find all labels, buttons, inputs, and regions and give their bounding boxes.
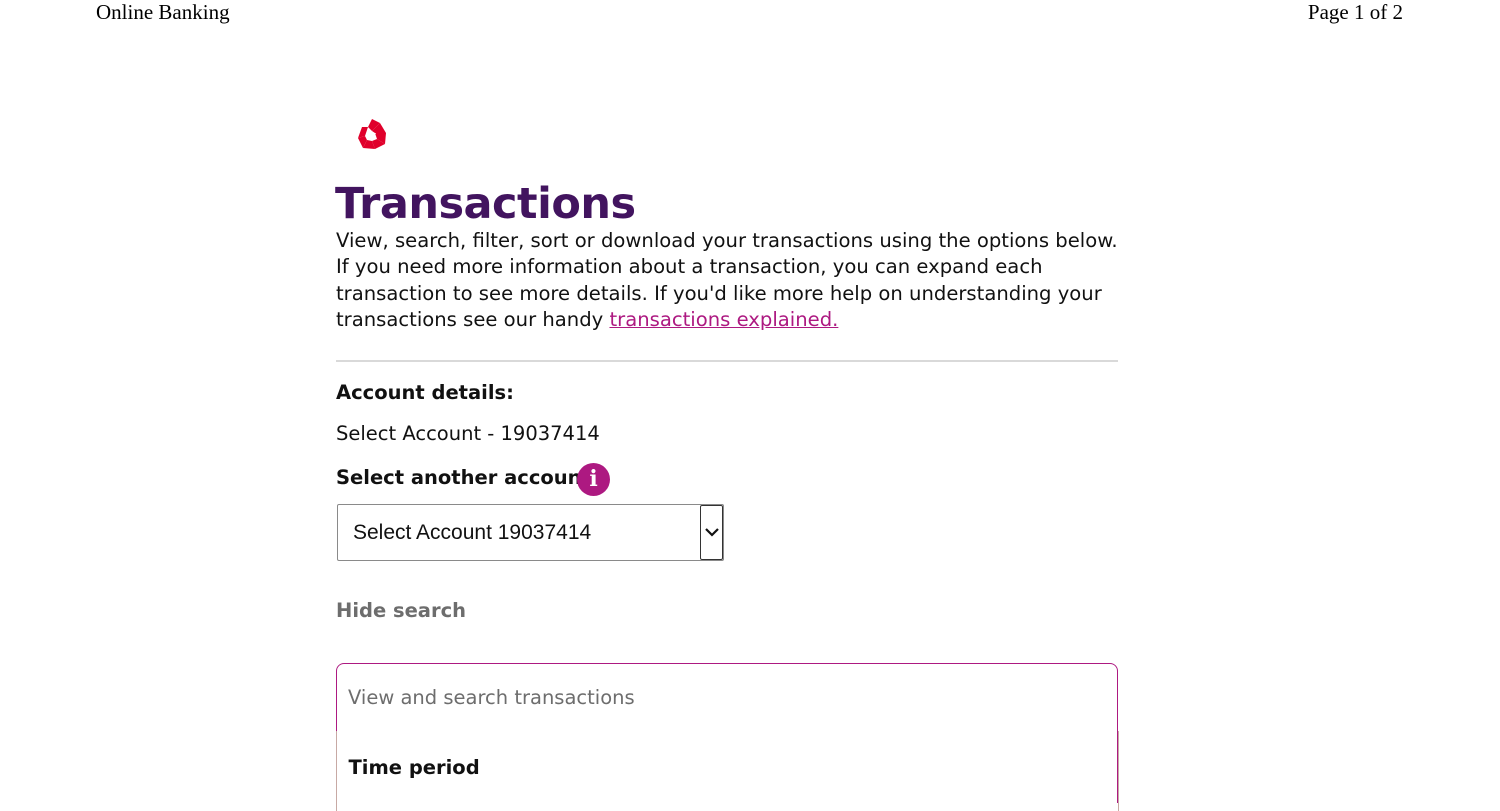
info-icon[interactable]: i: [577, 463, 610, 496]
print-header-title: Online Banking: [96, 0, 230, 24]
select-another-account-label: Select another account: [336, 466, 591, 489]
chevron-down-icon: [705, 528, 719, 537]
search-panel-header[interactable]: View and search transactions: [337, 664, 1117, 731]
search-panel-title: View and search transactions: [348, 686, 635, 709]
dropdown-button[interactable]: [700, 505, 723, 560]
account-details-value: Select Account - 19037414: [336, 422, 600, 445]
search-panel-body: Time period: [335, 731, 1119, 811]
hide-search-toggle[interactable]: Hide search: [336, 598, 466, 624]
logo-svg: [358, 119, 386, 149]
search-panel: View and search transactions Time period: [335, 663, 1119, 811]
account-select-value: Select Account 19037414: [353, 521, 592, 544]
transactions-explained-link[interactable]: transactions explained.: [609, 308, 838, 331]
page-intro: View, search, filter, sort or download y…: [336, 228, 1126, 333]
natwest-logo-icon[interactable]: [355, 118, 389, 152]
section-divider: [336, 360, 1118, 362]
account-details-label: Account details:: [336, 381, 514, 404]
page-title: Transactions: [335, 179, 636, 229]
print-header-page-number: Page 1 of 2: [1307, 0, 1403, 24]
account-select-dropdown[interactable]: Select Account 19037414: [337, 504, 724, 561]
time-period-label: Time period: [348, 756, 480, 779]
